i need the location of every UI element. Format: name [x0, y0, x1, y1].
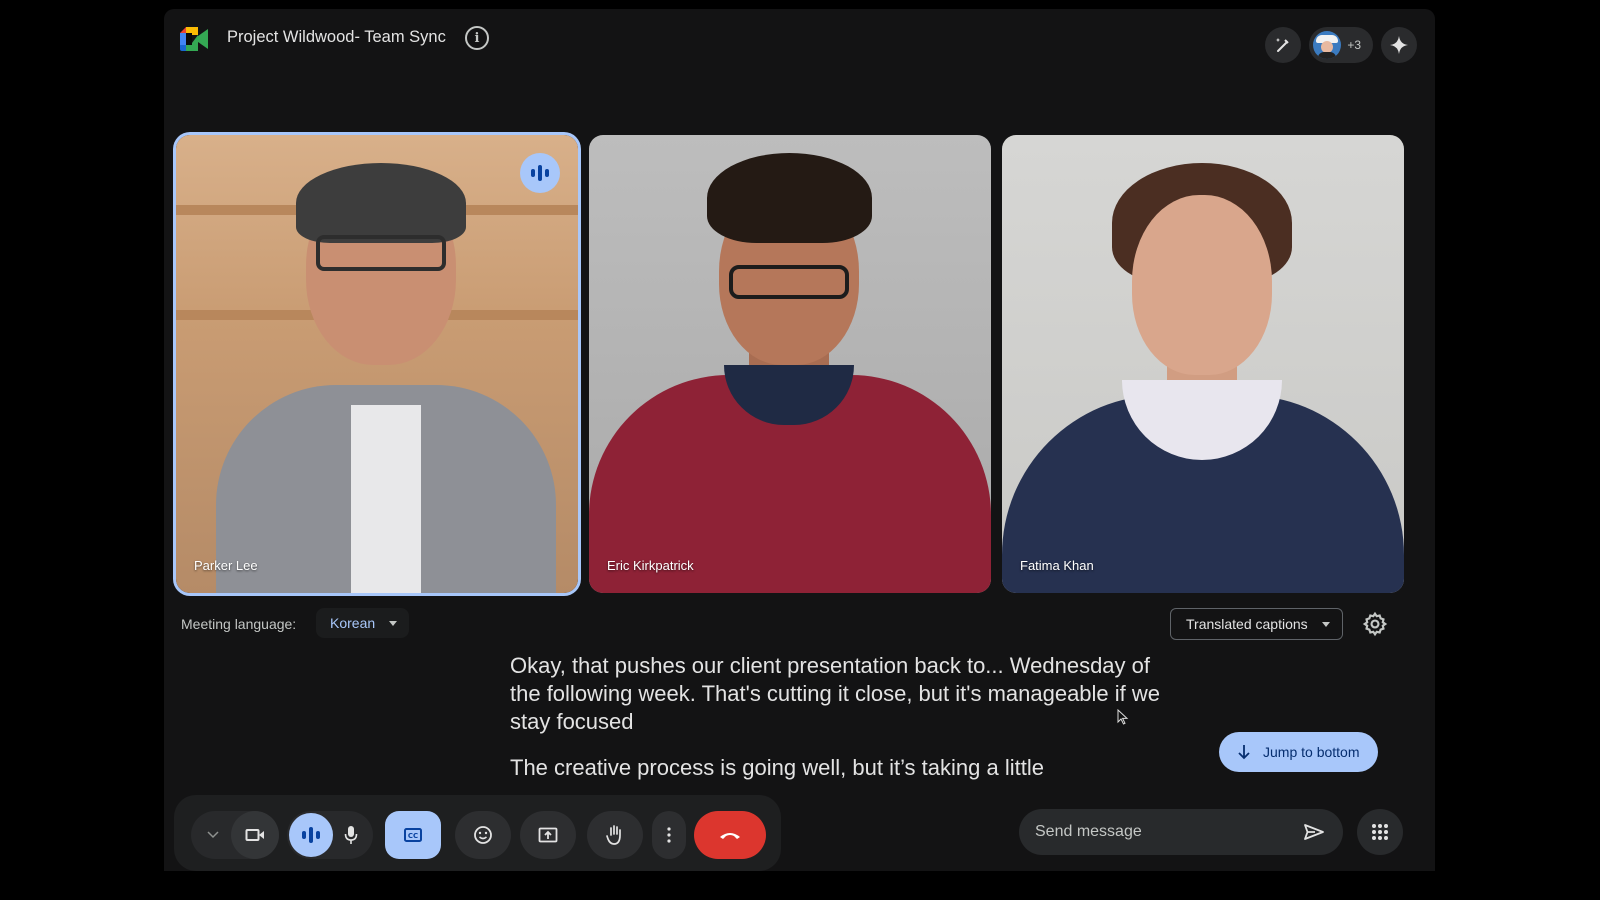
call-controls-bar: CC	[174, 795, 781, 871]
jump-to-bottom-button[interactable]: Jump to bottom	[1219, 732, 1378, 772]
svg-text:CC: CC	[408, 832, 418, 840]
speaking-indicator-icon	[302, 827, 320, 843]
caption-line: Okay, that pushes our client presentatio…	[510, 653, 1161, 734]
camera-options-button[interactable]	[191, 811, 235, 859]
chevron-down-icon	[207, 831, 219, 839]
dropdown-caret-icon	[389, 620, 398, 626]
more-vert-icon	[667, 827, 671, 843]
pen-sparkle-icon	[1275, 38, 1290, 52]
speaking-indicator-icon	[520, 153, 560, 193]
arrow-down-icon	[1238, 745, 1250, 760]
participant-tile-parker-lee[interactable]: Parker Lee	[176, 135, 578, 593]
activities-button[interactable]	[1357, 809, 1403, 855]
dropdown-caret-icon	[1321, 621, 1330, 627]
raise-hand-button[interactable]	[587, 811, 643, 859]
pen-sparkle-button[interactable]	[1265, 27, 1302, 63]
closed-captions-icon: CC	[404, 828, 422, 842]
end-call-icon	[720, 833, 740, 839]
apps-grid-icon	[1372, 824, 1388, 840]
present-screen-icon	[538, 827, 558, 843]
emoji-icon	[474, 826, 492, 844]
leave-call-button[interactable]	[694, 811, 766, 859]
caption-transcript: Okay, that pushes our client presentatio…	[510, 652, 1170, 782]
participant-name: Eric Kirkpatrick	[607, 558, 694, 573]
meeting-language-label: Meeting language:	[181, 616, 297, 632]
camera-icon	[245, 829, 264, 841]
meet-window: Project Wildwood- Team Sync i +3 Parker …	[164, 9, 1435, 871]
gemini-sparkle-icon	[1390, 36, 1408, 54]
more-actions-button[interactable]	[652, 811, 686, 859]
top-right-actions: +3	[1265, 27, 1417, 63]
jump-to-bottom-label: Jump to bottom	[1263, 744, 1360, 760]
participant-name: Parker Lee	[194, 558, 258, 573]
meeting-language-select[interactable]: Korean	[316, 608, 410, 638]
meeting-language-value: Korean	[330, 615, 376, 631]
emoji-reactions-button[interactable]	[455, 811, 511, 859]
more-participants-count: +3	[1347, 38, 1361, 52]
message-input[interactable]	[1035, 823, 1303, 841]
caption-mode-select[interactable]: Translated captions	[1170, 608, 1343, 640]
info-icon[interactable]: i	[465, 26, 489, 50]
captions-button[interactable]: CC	[385, 811, 441, 859]
meeting-title: Project Wildwood- Team Sync	[227, 28, 446, 46]
caption-settings-gear-icon[interactable]	[1362, 611, 1388, 637]
header: Project Wildwood- Team Sync i +3	[164, 9, 1435, 69]
raise-hand-icon	[606, 825, 621, 845]
caption-line: The creative process is going well, but …	[510, 755, 1044, 780]
gemini-button[interactable]	[1381, 27, 1417, 63]
microphone-button[interactable]	[331, 811, 371, 859]
participants-button[interactable]: +3	[1309, 27, 1373, 63]
camera-button[interactable]	[231, 811, 279, 859]
audio-level-indicator	[289, 813, 333, 857]
microphone-icon	[344, 826, 358, 844]
send-icon[interactable]	[1303, 823, 1325, 841]
participant-name: Fatima Khan	[1020, 558, 1094, 573]
participant-avatar	[1313, 31, 1342, 59]
google-meet-logo	[180, 27, 208, 51]
mouse-cursor-icon	[1117, 709, 1129, 725]
send-message-field[interactable]	[1019, 809, 1343, 855]
participant-tile-fatima-khan[interactable]: Fatima Khan	[1002, 135, 1404, 593]
present-screen-button[interactable]	[520, 811, 576, 859]
participant-tile-eric-kirkpatrick[interactable]: Eric Kirkpatrick	[589, 135, 991, 593]
caption-mode-value: Translated captions	[1186, 616, 1308, 632]
